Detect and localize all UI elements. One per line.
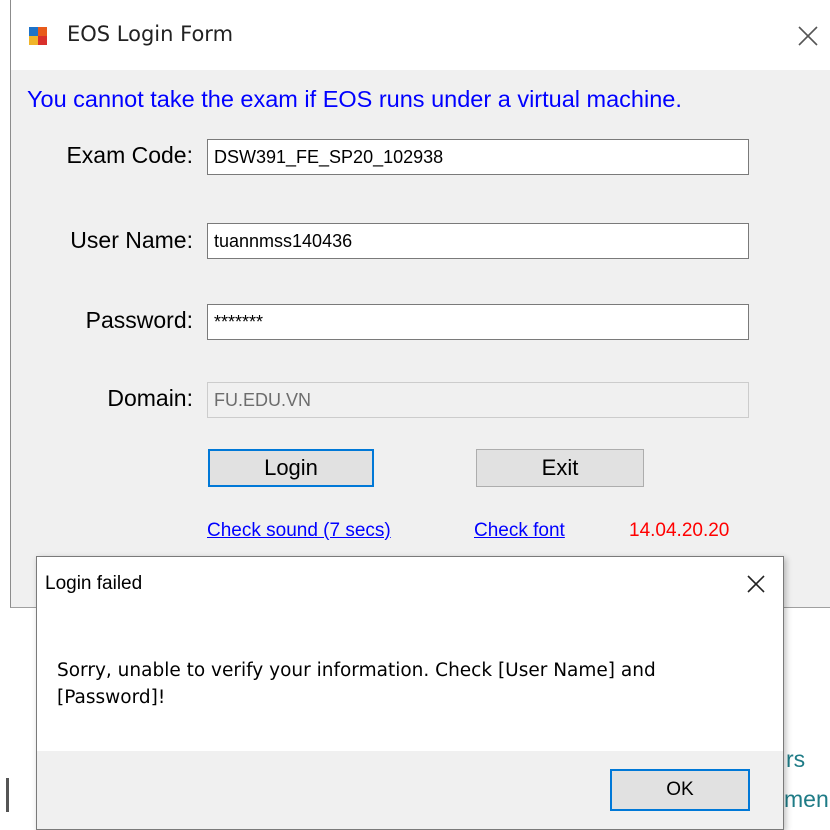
window-title: EOS Login Form	[67, 22, 234, 46]
app-icon	[28, 26, 48, 46]
dialog-message: Sorry, unable to verify your information…	[57, 657, 757, 711]
user-name-input[interactable]: tuannmss140436	[207, 223, 749, 259]
background-text-fragment: men	[784, 786, 829, 812]
exit-button[interactable]: Exit	[476, 449, 644, 487]
eos-login-window: EOS Login Form You cannot take the exam …	[10, 0, 830, 608]
title-bar: EOS Login Form	[11, 0, 830, 70]
login-button[interactable]: Login	[208, 449, 374, 487]
login-failed-dialog: Login failed Sorry, unable to verify you…	[36, 556, 784, 830]
exam-code-label: Exam Code:	[66, 142, 193, 168]
check-sound-link[interactable]: Check sound (7 secs)	[207, 520, 391, 542]
ok-button[interactable]: OK	[610, 769, 750, 811]
dialog-title: Login failed	[45, 573, 143, 594]
exam-code-input[interactable]: DSW391_FE_SP20_102938	[207, 139, 749, 175]
vm-warning-text: You cannot take the exam if EOS runs und…	[27, 86, 682, 112]
domain-label: Domain:	[107, 385, 193, 411]
password-input[interactable]: *******	[207, 304, 749, 340]
background-text-fragment: rs	[786, 746, 806, 772]
check-font-link[interactable]: Check font	[474, 520, 565, 542]
close-icon[interactable]	[794, 22, 822, 50]
dialog-footer: OK	[37, 751, 783, 829]
user-name-label: User Name:	[70, 227, 193, 253]
dialog-message-line: Sorry, unable to verify your information…	[57, 660, 656, 681]
close-icon[interactable]	[743, 571, 769, 597]
dialog-message-line: [Password]!	[57, 687, 166, 708]
domain-input: FU.EDU.VN	[207, 382, 749, 418]
version-text: 14.04.20.20	[629, 520, 730, 541]
password-label: Password:	[85, 307, 193, 333]
background-divider	[6, 778, 9, 812]
